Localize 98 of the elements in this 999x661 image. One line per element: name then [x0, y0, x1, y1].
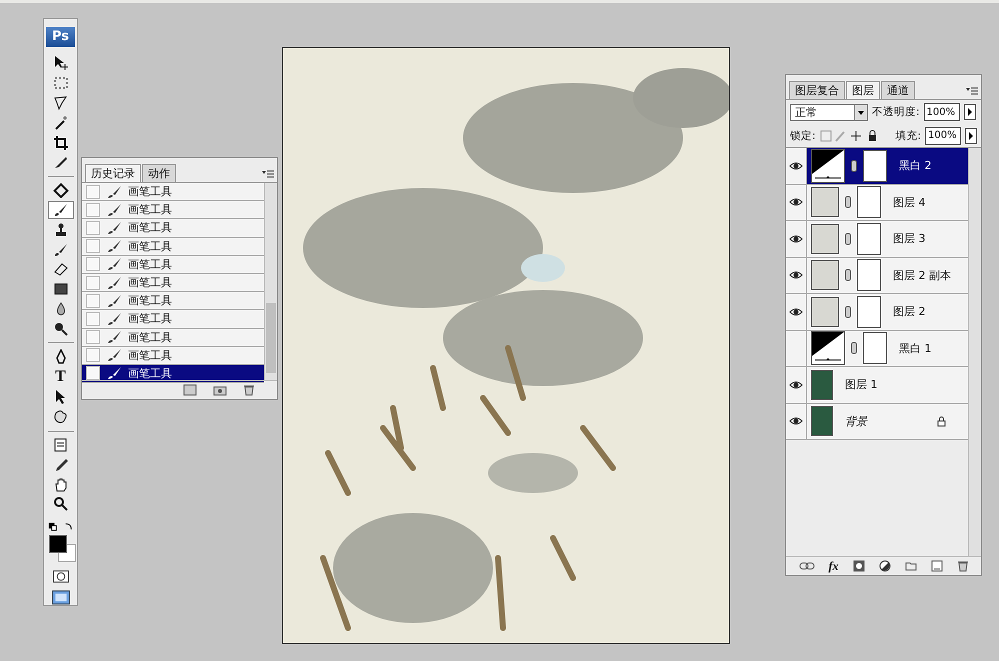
- layer-thumbnail: [811, 260, 839, 290]
- link-icon[interactable]: [851, 342, 857, 354]
- panel-menu-icon[interactable]: [966, 86, 978, 96]
- screen-mode-icon[interactable]: [50, 590, 70, 605]
- history-item[interactable]: 画笔工具: [82, 310, 264, 328]
- caret-icon[interactable]: [854, 104, 867, 120]
- history-item[interactable]: 画笔工具: [82, 201, 264, 220]
- scrollbar[interactable]: [968, 148, 981, 556]
- layer-row[interactable]: 图层 2 副本: [786, 258, 968, 294]
- link-icon[interactable]: [845, 306, 851, 318]
- half-circle-icon[interactable]: [878, 560, 890, 572]
- layer-name: 背景: [845, 414, 867, 429]
- mask-thumbnail: [863, 332, 887, 364]
- trash-icon[interactable]: [243, 384, 255, 396]
- layer-thumbnail: [811, 296, 839, 327]
- layer-row[interactable]: 图层 4: [786, 184, 968, 221]
- layer-row[interactable]: 图层 1: [786, 367, 968, 404]
- eye-icon[interactable]: [789, 234, 803, 244]
- history-item[interactable]: 画笔工具: [82, 219, 264, 238]
- new-document-icon[interactable]: [183, 384, 197, 396]
- opacity-label: 不透明度:: [872, 105, 920, 119]
- layer-thumbnail: [811, 406, 833, 436]
- text-tool[interactable]: T: [48, 366, 74, 387]
- layer-name: 图层 1: [845, 377, 878, 392]
- layer-name: 图层 4: [893, 194, 926, 210]
- brush-icon: [106, 348, 122, 362]
- color-swatches[interactable]: [46, 534, 74, 563]
- app-logo: Ps: [46, 27, 75, 47]
- brush-icon: [106, 184, 122, 199]
- mask-thumbnail: [857, 186, 881, 218]
- layer-thumbnail: [811, 370, 833, 400]
- adjustment-thumbnail-icon: [811, 331, 845, 366]
- panel-tab[interactable]: 图层复合: [789, 81, 845, 99]
- brush-icon: [106, 239, 122, 254]
- layer-row[interactable]: 背景: [786, 404, 968, 440]
- scrollbar[interactable]: [264, 183, 277, 380]
- layer-row[interactable]: 黑白 2: [786, 148, 968, 184]
- history-item[interactable]: 画笔工具: [82, 328, 264, 347]
- lock-icon: [937, 416, 946, 427]
- camera-icon[interactable]: [213, 384, 227, 396]
- panel-tab[interactable]: 动作: [142, 164, 176, 182]
- brush-icon: [106, 294, 122, 308]
- blend-mode-dropdown[interactable]: 正常: [790, 104, 868, 120]
- brush-icon: [106, 330, 122, 344]
- trash-icon[interactable]: [956, 560, 968, 572]
- mask-thumbnail: [857, 259, 881, 292]
- fill-field[interactable]: 100%: [925, 126, 962, 144]
- layer-row[interactable]: 黑白 1: [786, 330, 968, 367]
- layer-style-button[interactable]: fx: [828, 558, 838, 574]
- tool-icon[interactable]: [48, 200, 74, 220]
- history-item[interactable]: 画笔工具: [82, 183, 264, 202]
- layer-row[interactable]: 图层 3: [786, 221, 968, 258]
- panel-tab[interactable]: 图层: [846, 81, 880, 99]
- brush-icon: [106, 366, 122, 380]
- link-icon[interactable]: [845, 196, 851, 208]
- brush-icon: [106, 312, 122, 326]
- mask-thumbnail: [857, 296, 881, 328]
- panel-menu-icon[interactable]: [262, 169, 274, 179]
- add-mask-icon[interactable]: [852, 560, 864, 572]
- lock-label: 锁定:: [790, 128, 816, 142]
- layer-name: 黑白 1: [899, 340, 932, 356]
- brush-icon: [106, 257, 122, 272]
- quick-mask-icon[interactable]: [52, 570, 70, 583]
- layer-thumbnail: [811, 224, 839, 254]
- eye-icon[interactable]: [789, 197, 803, 208]
- eye-icon[interactable]: [789, 380, 803, 390]
- history-item[interactable]: 画笔工具: [82, 238, 264, 256]
- fill-label: 填充:: [896, 128, 922, 142]
- opacity-field[interactable]: 100%: [924, 103, 960, 121]
- history-item[interactable]: 画笔工具: [82, 274, 264, 292]
- panel-tab[interactable]: 历史记录: [85, 164, 141, 182]
- mask-thumbnail: [863, 150, 887, 182]
- brush-icon: [106, 276, 122, 290]
- layer-name: 图层 2: [893, 304, 926, 320]
- brush-icon: [106, 220, 122, 235]
- layer-thumbnail: [811, 187, 839, 218]
- mask-thumbnail: [857, 222, 881, 255]
- adjustment-thumbnail-icon: [811, 148, 845, 183]
- folder-icon[interactable]: [904, 561, 916, 571]
- link-icon[interactable]: [851, 160, 857, 172]
- layer-row[interactable]: 图层 2: [786, 294, 968, 330]
- link-layers-icon[interactable]: [798, 561, 814, 571]
- brush-icon: [106, 202, 122, 217]
- link-icon[interactable]: [845, 269, 851, 282]
- history-item[interactable]: 画笔工具: [82, 346, 264, 365]
- layer-name: 黑白 2: [899, 158, 932, 174]
- eye-icon[interactable]: [789, 270, 803, 280]
- new-layer-icon[interactable]: [930, 560, 942, 572]
- layer-name: 图层 3: [893, 231, 926, 246]
- eye-icon[interactable]: [789, 160, 803, 171]
- eye-icon[interactable]: [789, 306, 803, 317]
- history-item[interactable]: 画笔工具: [82, 256, 264, 274]
- layer-name: 图层 2 副本: [893, 268, 951, 283]
- eye-icon[interactable]: [789, 416, 803, 426]
- lock-options-icon[interactable]: [820, 130, 878, 142]
- history-item[interactable]: 画笔工具: [82, 292, 264, 310]
- link-icon[interactable]: [845, 232, 851, 245]
- panel-tab[interactable]: 通道: [881, 81, 915, 99]
